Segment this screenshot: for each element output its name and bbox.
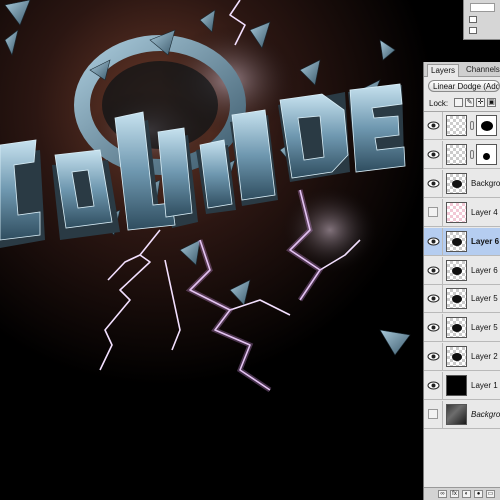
layer-name: Layer 2 [471, 352, 498, 362]
layer-row[interactable]: Layer 4 [424, 198, 500, 227]
eye-icon[interactable] [427, 178, 440, 189]
layer-row[interactable]: Backgrov [424, 401, 500, 429]
eye-icon[interactable] [427, 380, 440, 391]
layer-row[interactable]: Layer 1 [424, 372, 500, 401]
divider [442, 140, 443, 168]
eye-icon[interactable] [427, 322, 440, 333]
adjustment-icon[interactable]: ● [474, 490, 483, 498]
eye-icon[interactable] [427, 120, 440, 131]
lock-label: Lock: [429, 99, 449, 108]
lock-position-icon[interactable]: ✛ [476, 98, 485, 107]
layer-name: Layer 1 [471, 381, 498, 391]
layer-name: Layer 6 [471, 236, 500, 246]
layer-thumbnail[interactable] [446, 288, 467, 310]
eye-icon[interactable] [427, 351, 440, 362]
add-mask-icon[interactable]: ◐ [462, 490, 471, 498]
divider [442, 112, 443, 139]
layer-thumbnail[interactable] [446, 346, 467, 368]
layer-name: Layer 6 [471, 265, 498, 275]
layer-row[interactable] [424, 140, 500, 169]
divider [442, 314, 443, 342]
layer-thumbnail[interactable] [446, 317, 467, 339]
layer-name: Layer 5 c [471, 294, 500, 304]
layer-row[interactable]: Layer 2 [424, 343, 500, 372]
layer-name: Layer 5 [471, 323, 498, 333]
link-chain-icon[interactable] [470, 121, 474, 130]
divider [442, 343, 443, 371]
layer-name: Backgrov [471, 410, 500, 419]
layers-list: Backgro Layer 4 Layer 6 Layer 6 Layer 5 c Lay… [424, 112, 500, 430]
eye-icon[interactable] [427, 265, 440, 276]
divider [442, 401, 443, 428]
lock-row: Lock: ✎ ✛ ▣ [424, 95, 500, 112]
lock-transparency-icon[interactable] [454, 98, 463, 107]
tab-channels[interactable]: Channels [463, 64, 500, 76]
navigator-field[interactable] [470, 3, 495, 12]
eye-icon[interactable] [427, 236, 440, 247]
eye-icon[interactable] [427, 293, 440, 304]
visibility-toggle[interactable] [428, 409, 438, 419]
visibility-toggle[interactable] [428, 206, 438, 217]
layer-row[interactable]: Backgro [424, 169, 500, 198]
lock-all-icon[interactable]: ▣ [487, 98, 496, 107]
layer-mask-thumbnail[interactable] [476, 143, 497, 165]
layer-thumbnail[interactable] [446, 259, 467, 281]
panel-tabs: Layers Channels [424, 62, 500, 77]
layer-thumbnail[interactable] [446, 230, 467, 252]
divider [442, 227, 443, 255]
layer-thumbnail[interactable] [446, 143, 467, 165]
link-layers-icon[interactable]: ∞ [438, 490, 447, 498]
blend-mode-select[interactable]: Linear Dodge (Add) [428, 80, 500, 92]
panel-bottom-bar: ∞ fx ◐ ● ▭ [424, 487, 500, 500]
divider [442, 198, 443, 226]
divider [442, 169, 443, 197]
layer-row[interactable] [424, 112, 500, 140]
divider [442, 256, 443, 284]
layer-thumbnail[interactable] [446, 115, 467, 136]
layer-mask-thumbnail[interactable] [476, 115, 497, 136]
divider [442, 285, 443, 313]
blend-mode-row: Linear Dodge (Add) [424, 77, 500, 95]
layer-thumbnail[interactable] [446, 172, 467, 194]
layer-row[interactable]: Layer 6 [424, 256, 500, 285]
divider [442, 372, 443, 400]
layer-name: Backgro [471, 178, 500, 188]
lock-image-icon[interactable]: ✎ [465, 98, 474, 107]
layer-thumbnail[interactable] [446, 201, 467, 223]
layer-thumbnail[interactable] [446, 404, 467, 425]
link-chain-icon[interactable] [470, 149, 474, 159]
navigator-widget [463, 0, 500, 40]
layer-style-icon[interactable]: fx [450, 490, 459, 498]
layer-row[interactable]: Layer 5 [424, 314, 500, 343]
eye-icon[interactable] [427, 149, 440, 160]
layers-panel: Layers Channels Linear Dodge (Add) Lock:… [423, 62, 500, 500]
tab-layers[interactable]: Layers [427, 64, 460, 77]
layer-thumbnail[interactable] [446, 375, 467, 397]
new-group-icon[interactable]: ▭ [486, 490, 495, 498]
layer-row[interactable]: Layer 5 c [424, 285, 500, 314]
navigator-checkbox[interactable] [469, 27, 477, 34]
navigator-checkbox[interactable] [469, 16, 477, 23]
layer-name: Layer 4 [471, 207, 498, 217]
layer-row[interactable]: Layer 6 [424, 227, 500, 256]
